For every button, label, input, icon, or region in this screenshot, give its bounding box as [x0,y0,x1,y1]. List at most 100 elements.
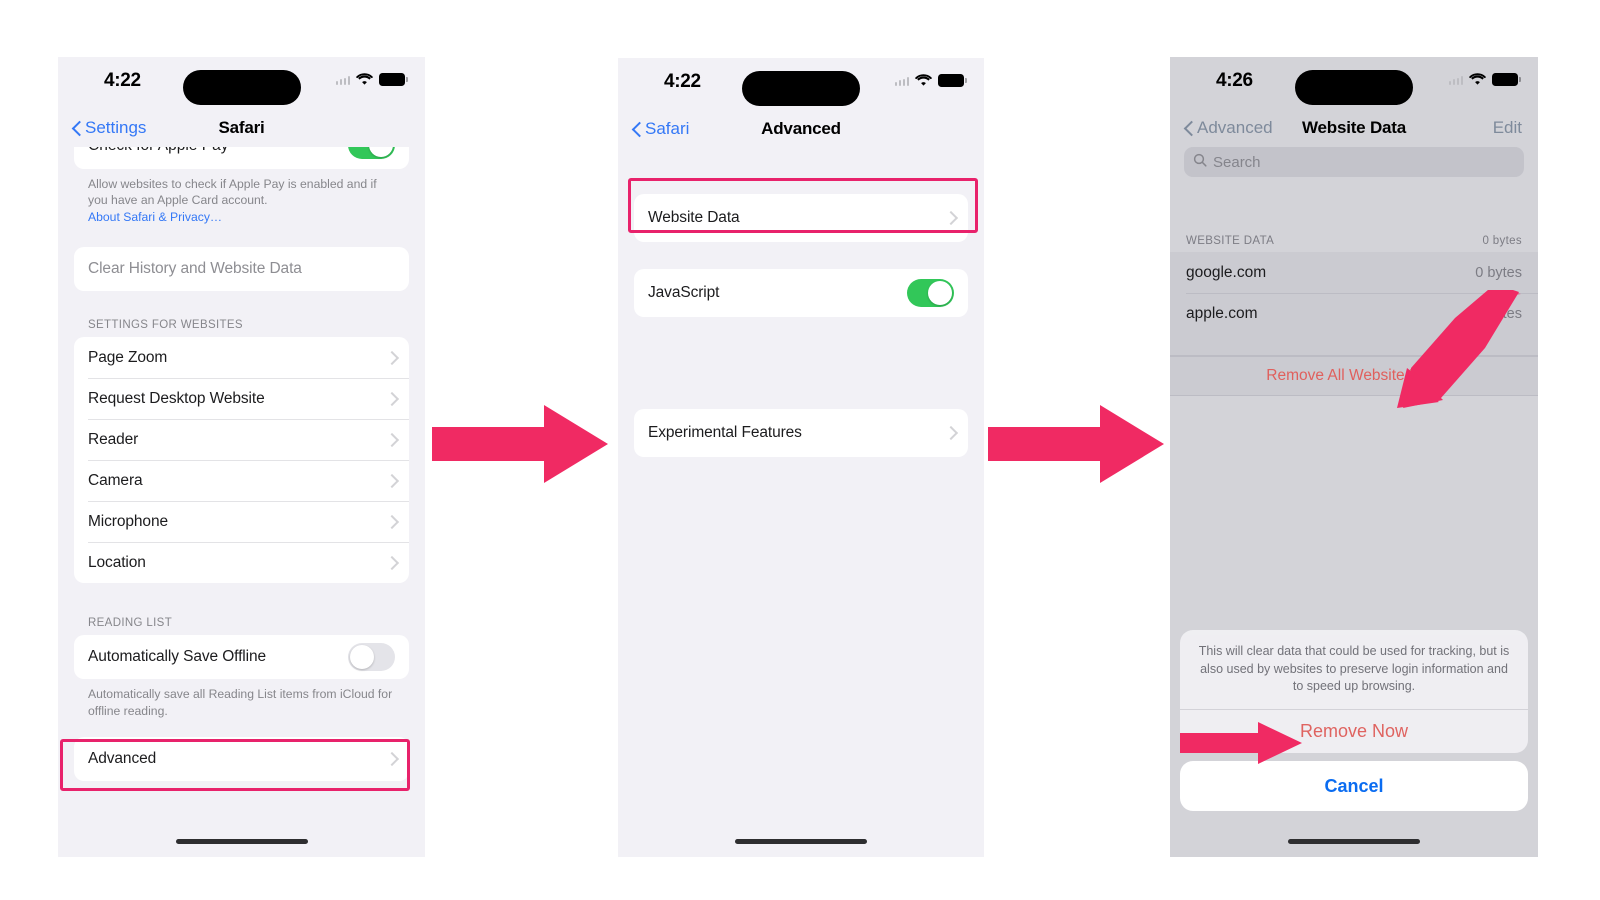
nav-bar: Settings Safari [58,109,425,147]
chevron-right-icon [387,433,395,447]
back-button-label: Safari [645,119,690,138]
website-data-section-header: WEBSITE DATA 0 bytes [1170,235,1538,252]
apple-pay-note-text: Allow websites to check if Apple Pay is … [88,177,377,208]
website-data-group: Website Data [634,194,968,242]
apple-pay-row[interactable]: Check for Apple Pay [74,147,409,169]
step-arrow-1 [432,405,608,483]
status-time: 4:22 [104,70,141,91]
row-automatically-save-offline[interactable]: Automatically Save Offline [74,635,409,679]
chevron-right-icon [387,351,395,365]
row-experimental-features[interactable]: Experimental Features [634,409,968,457]
cellular-signal-icon [894,76,909,86]
row-advanced[interactable]: Advanced [74,737,409,781]
tutorial-screenshot: 4:22 Settings Safari Check for Apple Pay [0,0,1600,900]
cellular-signal-icon [335,75,350,85]
status-indicators [335,73,408,86]
reading-list-footnote: Automatically save all Reading List item… [88,687,393,718]
row-location[interactable]: Location [74,542,409,583]
site-domain: apple.com [1186,304,1258,322]
phone-screen-advanced: 4:22 Safari Advanced Website Data JavaSc… [618,58,984,857]
chevron-right-icon [387,752,395,766]
automatically-save-offline-toggle[interactable] [348,643,395,672]
nav-bar: Safari Advanced [618,110,984,148]
remove-now-pointer-arrow [1180,722,1302,769]
dynamic-island [182,70,301,105]
row-label: Reader [88,430,139,448]
row-reader[interactable]: Reader [74,419,409,460]
back-button-label: Advanced [1197,118,1273,137]
remove-all-pointer-arrow [1385,284,1521,415]
settings-for-websites-header: SETTINGS FOR WEBSITES [88,319,243,332]
row-microphone[interactable]: Microphone [74,501,409,542]
settings-for-websites-group: Page Zoom Request Desktop Website Reader… [74,337,409,584]
page-title: Safari [218,118,265,137]
status-bar: 4:22 [58,57,425,109]
status-time: 4:22 [664,71,701,92]
javascript-group: JavaScript [634,269,968,317]
section-title: WEBSITE DATA [1186,235,1275,247]
dynamic-island [742,71,860,106]
chevron-left-icon [1184,120,1193,136]
wifi-icon [1469,73,1486,86]
dynamic-island [1295,70,1413,105]
row-label: Camera [88,471,143,489]
row-website-data[interactable]: Website Data [634,194,968,242]
nav-bar: Advanced Website Data Edit [1170,109,1538,147]
phone-screen-safari-settings: 4:22 Settings Safari Check for Apple Pay [58,57,425,857]
row-label: Page Zoom [88,348,168,366]
search-placeholder: Search [1213,153,1261,171]
page-title: Website Data [1301,118,1407,137]
chevron-right-icon [387,392,395,406]
row-label: Automatically Save Offline [88,648,267,666]
reading-list-group: Automatically Save Offline [74,635,409,680]
row-label: Website Data [648,209,740,226]
chevron-left-icon [72,120,81,136]
battery-icon [1492,73,1521,86]
list-item[interactable]: google.com 0 bytes [1170,252,1538,293]
chevron-left-icon [632,121,641,137]
experimental-features-group: Experimental Features [634,409,968,457]
row-javascript[interactable]: JavaScript [634,269,968,317]
chevron-right-icon [387,556,395,570]
back-button-label: Settings [85,118,147,137]
status-bar: 4:26 [1170,57,1538,109]
apple-pay-toggle[interactable] [348,147,395,159]
chevron-right-icon [387,474,395,488]
apple-pay-row-label: Check for Apple Pay [88,147,228,155]
row-camera[interactable]: Camera [74,460,409,501]
back-button-settings[interactable]: Settings [72,118,146,138]
reading-list-header: READING LIST [88,617,173,630]
row-page-zoom[interactable]: Page Zoom [74,337,409,378]
home-indicator [1288,839,1420,844]
site-domain: google.com [1186,263,1267,281]
search-icon [1193,153,1207,172]
site-size: 0 bytes [1475,264,1522,281]
status-indicators [894,74,967,87]
back-button-safari[interactable]: Safari [632,119,689,139]
safari-settings-scroll[interactable]: Check for Apple Pay Allow websites to ch… [58,147,425,782]
javascript-toggle[interactable] [907,279,954,307]
action-sheet-message: This will clear data that could be used … [1198,643,1510,694]
back-button-advanced[interactable]: Advanced [1184,118,1273,138]
row-label: Experimental Features [648,424,802,441]
apple-pay-footnote: Allow websites to check if Apple Pay is … [58,169,425,225]
row-label: Microphone [88,512,168,530]
wifi-icon [915,74,932,87]
row-label: Location [88,553,146,571]
about-safari-privacy-link[interactable]: About Safari & Privacy… [88,210,222,224]
section-total-size: 0 bytes [1482,235,1522,247]
battery-icon [379,73,408,86]
clear-history-label: Clear History and Website Data [88,260,302,278]
search-input[interactable]: Search [1184,147,1524,177]
confirm-action-sheet: This will clear data that could be used … [1180,629,1528,811]
battery-icon [938,74,967,87]
edit-button[interactable]: Edit [1493,118,1522,138]
row-label: JavaScript [648,284,720,301]
row-request-desktop-website[interactable]: Request Desktop Website [74,378,409,419]
cellular-signal-icon [1448,75,1463,85]
status-indicators [1448,73,1521,86]
wifi-icon [356,73,373,86]
clear-history-row[interactable]: Clear History and Website Data [74,247,409,291]
advanced-group: Advanced [74,737,409,782]
advanced-scroll[interactable]: Website Data JavaScript Experimental Fea… [618,194,984,457]
